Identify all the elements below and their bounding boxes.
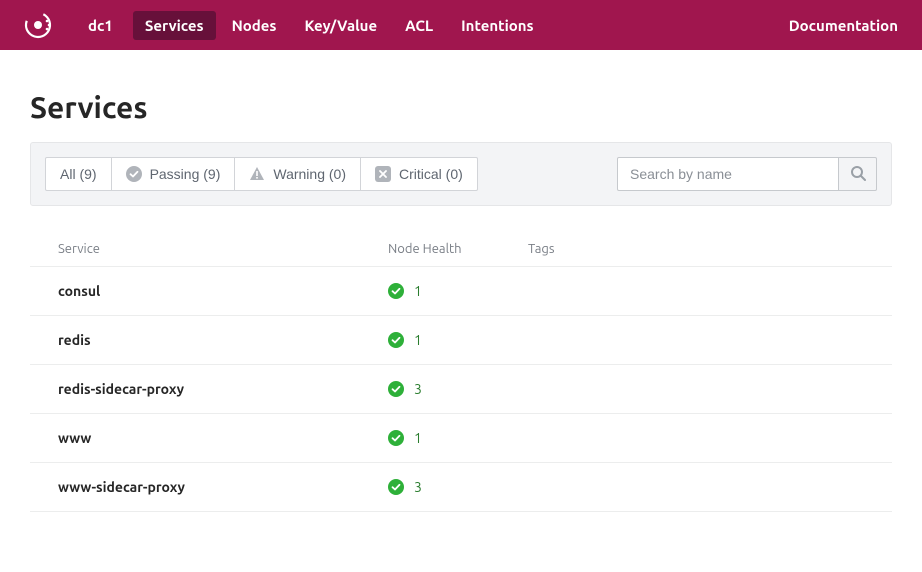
- top-nav: dc1 Services Nodes Key/Value ACL Intenti…: [0, 0, 922, 50]
- nav-services[interactable]: Services: [133, 11, 216, 40]
- nav-links: dc1 Services Nodes Key/Value ACL Intenti…: [76, 11, 546, 40]
- header-tags: Tags: [528, 242, 864, 256]
- filter-all-button[interactable]: All (9): [45, 157, 112, 191]
- search-input[interactable]: [617, 157, 839, 191]
- status-filter-group: All (9) Passing (9) Warning (0) Critical…: [45, 157, 478, 191]
- table-row[interactable]: consul 1: [30, 266, 892, 315]
- warning-triangle-icon: [249, 166, 265, 182]
- check-circle-icon: [388, 283, 404, 299]
- service-name: consul: [58, 283, 100, 299]
- table-row[interactable]: redis 1: [30, 315, 892, 364]
- service-name: redis: [58, 332, 91, 348]
- check-circle-icon: [388, 381, 404, 397]
- check-circle-icon: [388, 479, 404, 495]
- filter-critical-button[interactable]: Critical (0): [360, 157, 478, 191]
- search-button[interactable]: [839, 157, 877, 191]
- service-name: www-sidecar-proxy: [58, 479, 185, 495]
- services-table: Service Node Health Tags consul 1 redis …: [30, 232, 892, 512]
- filter-warning-button[interactable]: Warning (0): [234, 157, 361, 191]
- search-wrap: [617, 157, 877, 191]
- check-circle-icon: [388, 430, 404, 446]
- search-icon: [850, 165, 866, 184]
- filter-all-label: All (9): [60, 166, 97, 182]
- filter-passing-label: Passing (9): [150, 166, 221, 182]
- nav-key-value[interactable]: Key/Value: [293, 11, 390, 40]
- filter-warning-label: Warning (0): [273, 166, 346, 182]
- datacenter-selector[interactable]: dc1: [76, 11, 125, 40]
- service-name: www: [58, 430, 91, 446]
- check-circle-icon: [388, 332, 404, 348]
- consul-logo-icon: [24, 11, 52, 39]
- documentation-link[interactable]: Documentation: [789, 17, 898, 34]
- nav-nodes[interactable]: Nodes: [220, 11, 289, 40]
- header-service: Service: [58, 242, 388, 256]
- filter-critical-label: Critical (0): [399, 166, 463, 182]
- service-name: redis-sidecar-proxy: [58, 381, 184, 397]
- x-square-icon: [375, 166, 391, 182]
- health-count: 3: [414, 479, 422, 495]
- nav-acl[interactable]: ACL: [393, 11, 445, 40]
- filter-passing-button[interactable]: Passing (9): [111, 157, 236, 191]
- health-count: 1: [414, 283, 422, 299]
- table-row[interactable]: www-sidecar-proxy 3: [30, 462, 892, 512]
- health-count: 1: [414, 430, 422, 446]
- table-row[interactable]: redis-sidecar-proxy 3: [30, 364, 892, 413]
- nav-intentions[interactable]: Intentions: [449, 11, 545, 40]
- health-count: 3: [414, 381, 422, 397]
- page-content: Services All (9) Passing (9) Warning (0): [0, 50, 922, 552]
- table-row[interactable]: www 1: [30, 413, 892, 462]
- filter-bar: All (9) Passing (9) Warning (0) Critical…: [30, 142, 892, 206]
- check-circle-icon: [126, 166, 142, 182]
- health-count: 1: [414, 332, 422, 348]
- page-title: Services: [30, 90, 892, 124]
- header-health: Node Health: [388, 242, 528, 256]
- table-header: Service Node Health Tags: [30, 232, 892, 266]
